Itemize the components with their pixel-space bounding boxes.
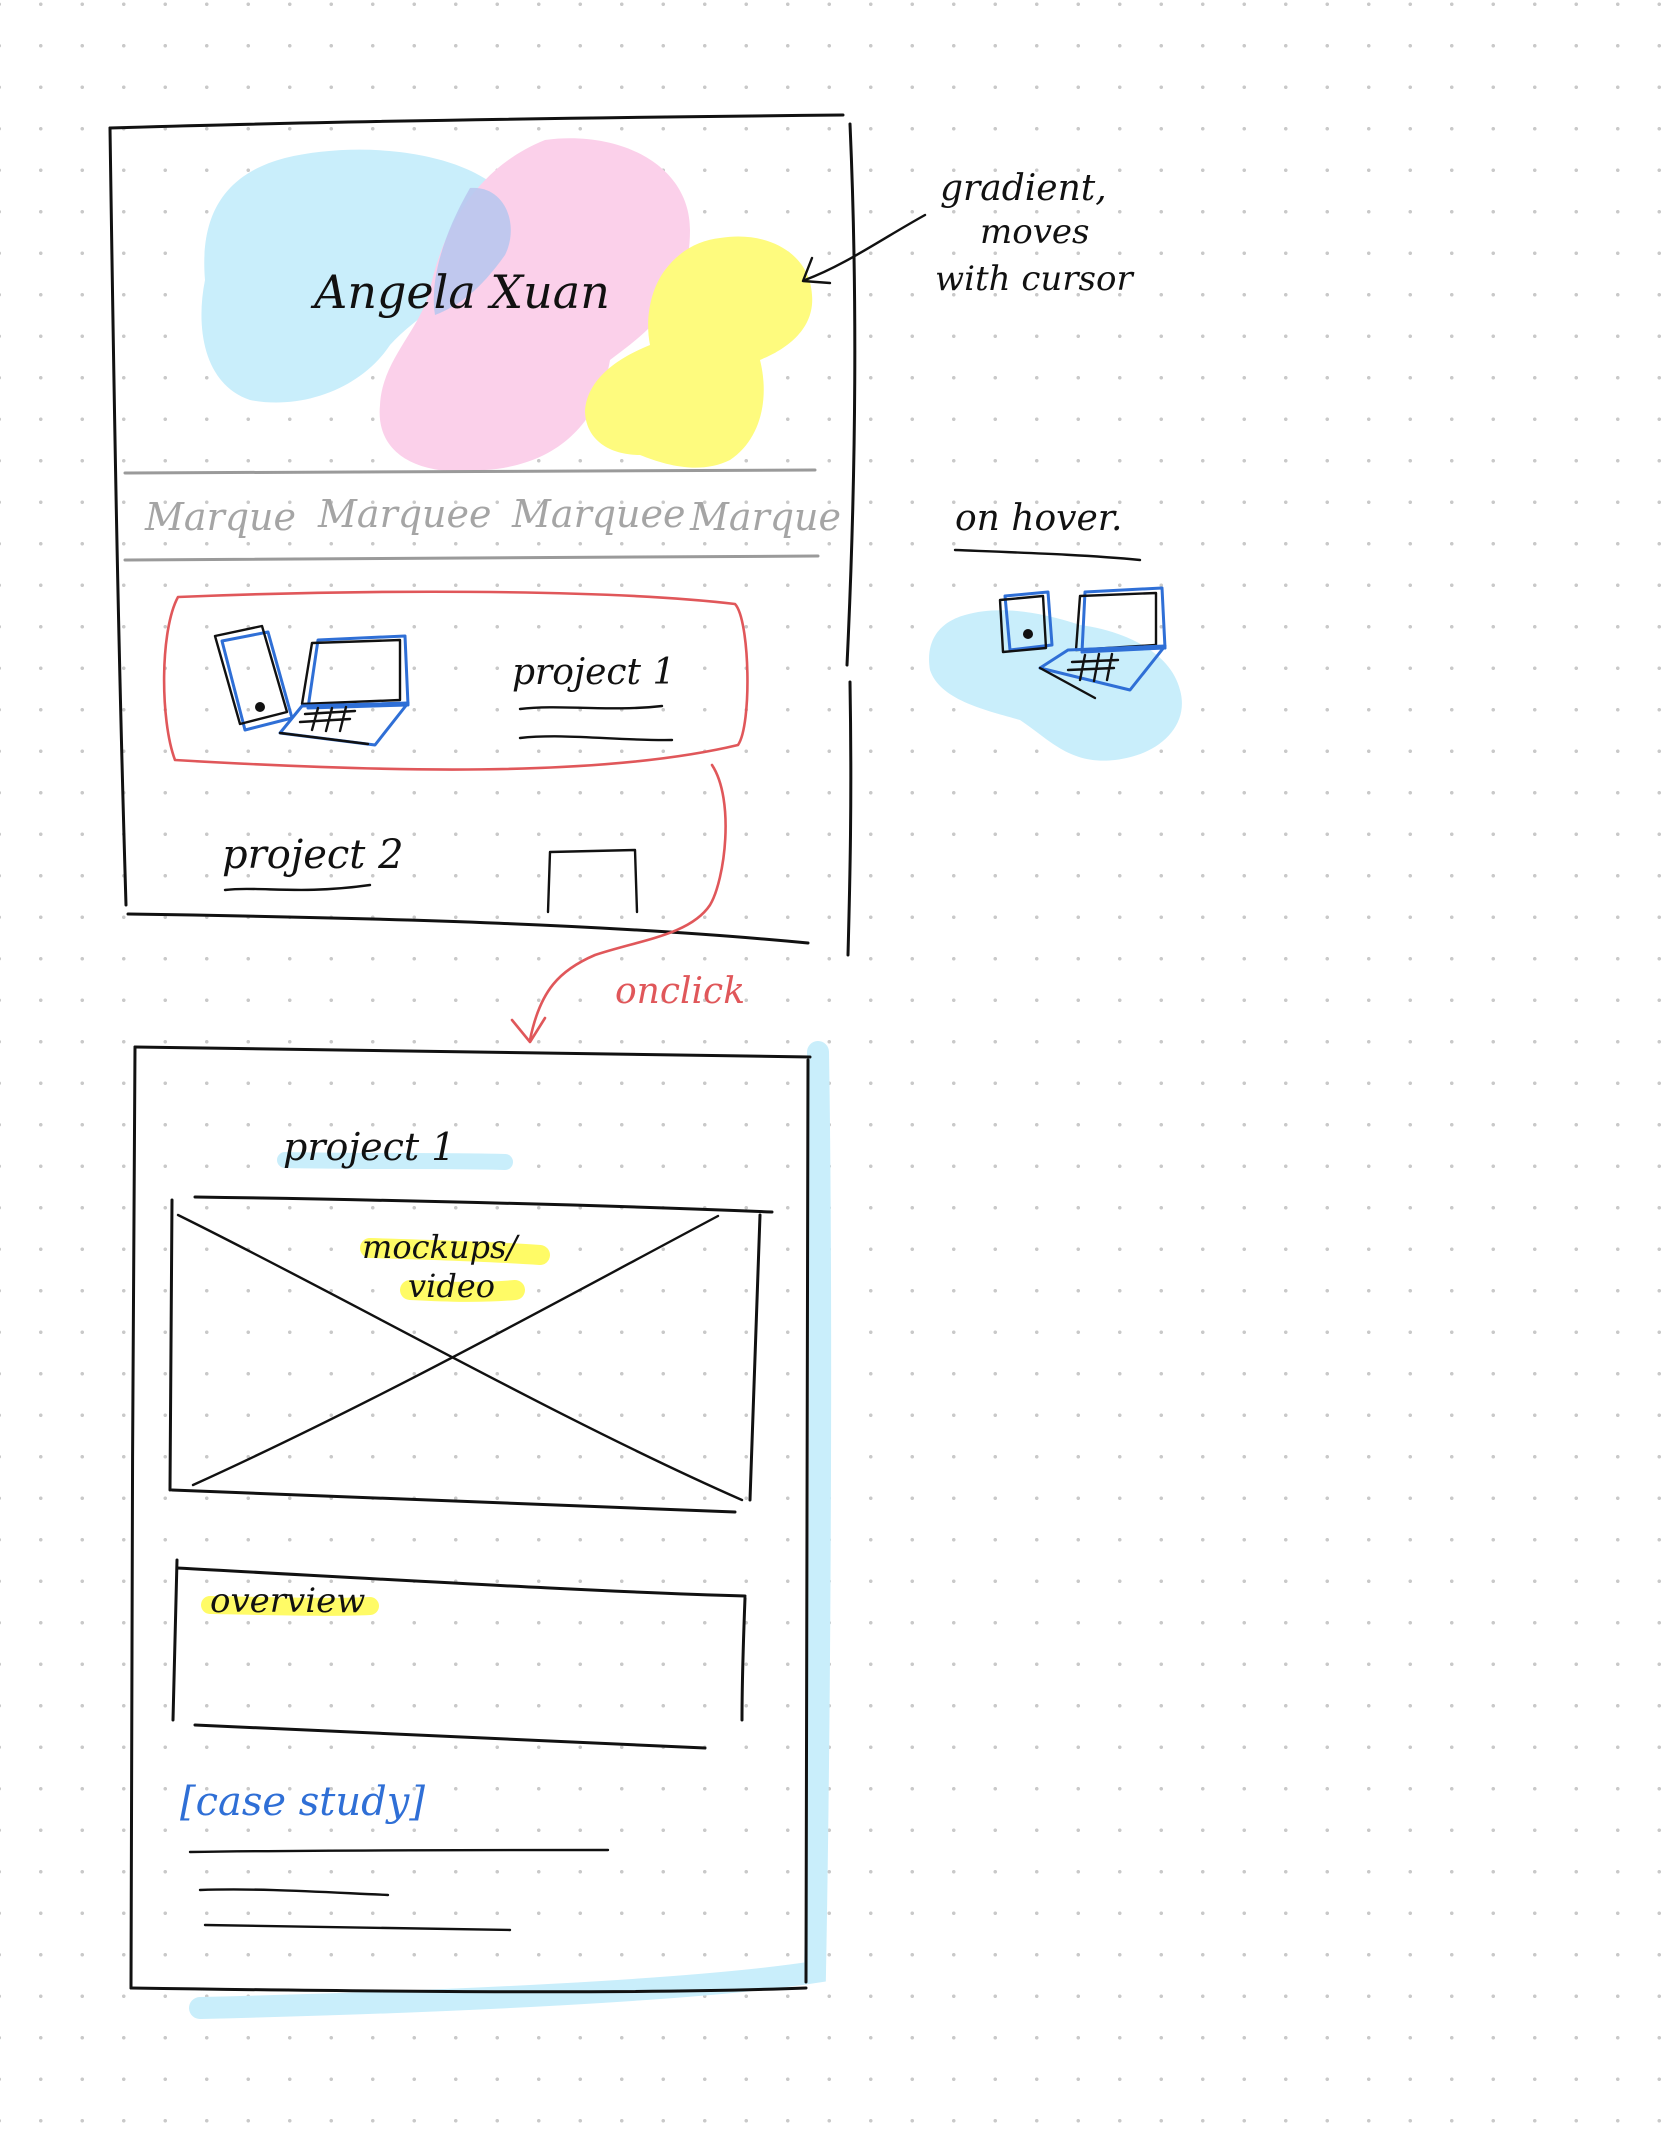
body-text-lines xyxy=(188,1848,610,1932)
project-1-label: project 1 xyxy=(512,652,675,693)
marquee-word-2: Marquee xyxy=(317,492,492,536)
hero-name: Angela Xuan xyxy=(310,265,610,319)
project-2-row[interactable]: project 2 xyxy=(222,832,639,914)
overview-section: overview xyxy=(171,1558,747,1750)
hover-note: on hover. xyxy=(955,498,1123,539)
project-page-wireframe: project 1 mockups/ video overview [case … xyxy=(129,1041,832,2019)
project-2-label: project 2 xyxy=(222,832,404,878)
media-placeholder: mockups/ video xyxy=(168,1195,774,1514)
overview-label: overview xyxy=(210,1581,365,1621)
gradient-note-line-2: moves xyxy=(980,212,1090,252)
phone-icon xyxy=(213,624,294,732)
gradient-note-line-1: gradient, xyxy=(940,168,1107,209)
marquee-word-1: Marque xyxy=(144,495,296,539)
click-flow: onclick xyxy=(510,763,745,1044)
case-study-link[interactable]: [case study] xyxy=(180,1779,425,1825)
gradient-note-line-3: with cursor xyxy=(935,259,1134,299)
home-wireframe: Angela Xuan Marque Marquee Marquee Marqu… xyxy=(108,113,857,957)
marquee-word-4: Marque xyxy=(689,495,841,539)
project-page-title: project 1 xyxy=(283,1125,455,1169)
media-label-line-1: mockups/ xyxy=(362,1228,520,1266)
project-2-thumbnail xyxy=(546,848,639,914)
hover-annotation: on hover. xyxy=(929,498,1182,761)
marquee-band: Marque Marquee Marquee Marque xyxy=(123,468,841,562)
laptop-icon xyxy=(278,634,410,747)
wireframe-sketch: Angela Xuan Marque Marquee Marquee Marqu… xyxy=(108,113,1182,2019)
media-label-line-2: video xyxy=(408,1267,495,1305)
shadow-highlight xyxy=(189,1041,832,2019)
click-note: onclick xyxy=(615,971,745,1012)
hover-blue-blob xyxy=(929,610,1182,761)
marquee-word-3: Marquee xyxy=(511,492,686,536)
project-1-card[interactable]: project 1 xyxy=(162,590,749,771)
